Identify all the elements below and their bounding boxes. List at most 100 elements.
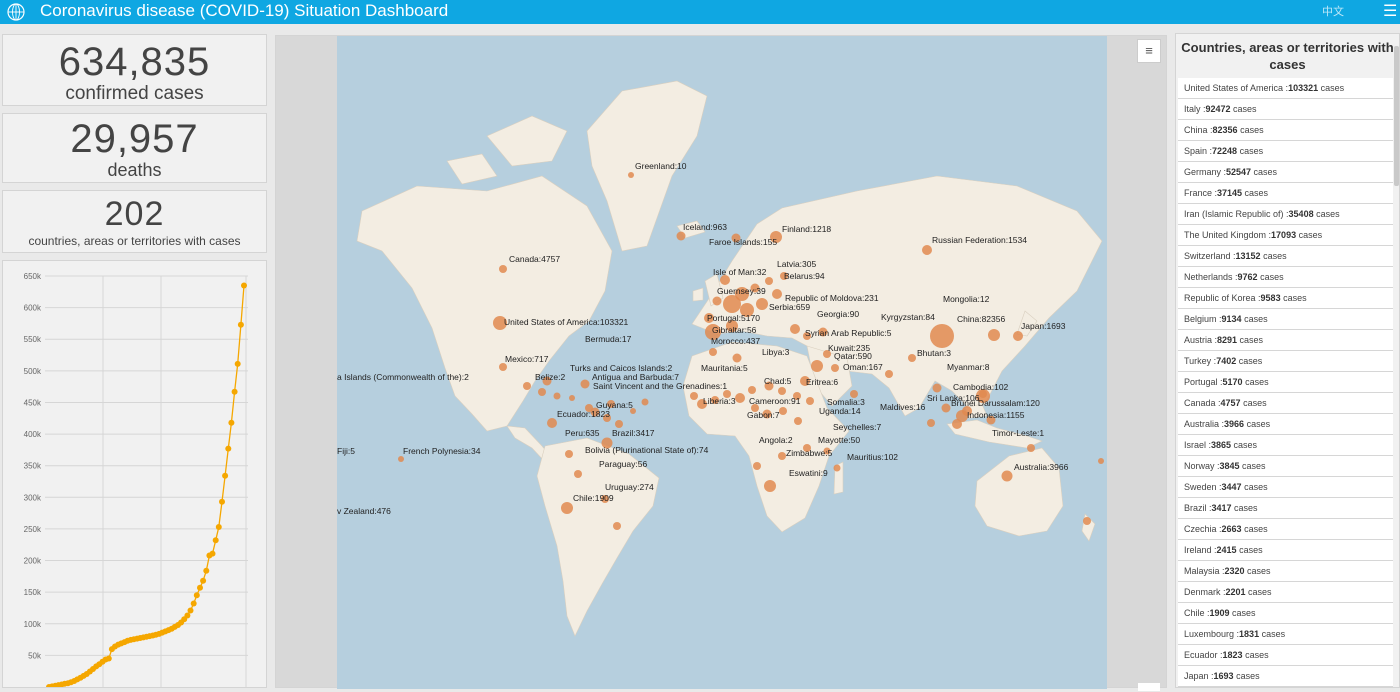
- country-row[interactable]: Austria :8291 cases: [1178, 330, 1393, 351]
- country-name: Czechia :: [1184, 524, 1222, 534]
- country-list-scrollbar[interactable]: [1394, 46, 1399, 186]
- country-case-count: 5170: [1222, 377, 1243, 387]
- hamburger-menu-icon[interactable]: ☰: [1383, 1, 1397, 21]
- data-point[interactable]: [234, 360, 241, 367]
- cases-suffix: cases: [1313, 209, 1340, 219]
- map-country-label: Bolivia (Plurinational State of):74: [585, 445, 709, 455]
- country-name: Belgium :: [1184, 314, 1222, 324]
- country-name: Australia :: [1184, 419, 1225, 429]
- country-row[interactable]: Switzerland :13152 cases: [1178, 246, 1393, 267]
- map-country-label: Maldives:16: [880, 402, 926, 412]
- country-row[interactable]: Australia :3966 cases: [1178, 414, 1393, 435]
- country-case-count: 1909: [1209, 608, 1230, 618]
- cases-suffix: cases: [1259, 629, 1286, 639]
- country-case-count: 92472: [1205, 104, 1231, 114]
- country-name: France :: [1184, 188, 1218, 198]
- country-row[interactable]: Denmark :2201 cases: [1178, 582, 1393, 603]
- cases-suffix: cases: [1239, 461, 1266, 471]
- country-row[interactable]: Sweden :3447 cases: [1178, 477, 1393, 498]
- country-case-count: 9762: [1237, 272, 1258, 282]
- country-row[interactable]: Japan :1693 cases: [1178, 666, 1393, 687]
- map-country-label: China:82356: [957, 314, 1005, 324]
- map-country-label: Japan:1693: [1021, 321, 1066, 331]
- data-point[interactable]: [237, 321, 244, 328]
- data-point[interactable]: [197, 584, 203, 591]
- list-icon[interactable]: ≡: [1137, 39, 1161, 63]
- cases-suffix: cases: [1236, 545, 1263, 555]
- data-point[interactable]: [187, 607, 194, 614]
- data-point[interactable]: [231, 388, 238, 395]
- map-country-label: Mongolia:12: [943, 294, 990, 304]
- country-row[interactable]: Canada :4757 cases: [1178, 393, 1393, 414]
- country-row[interactable]: Ecuador :1823 cases: [1178, 645, 1393, 666]
- country-row[interactable]: Luxembourg :1831 cases: [1178, 624, 1393, 645]
- data-point[interactable]: [184, 612, 191, 619]
- map-country-label: Mauritius:102: [847, 452, 898, 462]
- cases-suffix: cases: [1240, 398, 1267, 408]
- map-country-label: Myanmar:8: [947, 362, 990, 372]
- map-country-label: Serbia:659: [769, 302, 810, 312]
- country-row[interactable]: Republic of Korea :9583 cases: [1178, 288, 1393, 309]
- country-row[interactable]: United States of America :103321 cases: [1178, 78, 1393, 99]
- cases-suffix: cases: [1230, 104, 1257, 114]
- map-country-label: Uruguay:274: [605, 482, 654, 492]
- country-row[interactable]: France :37145 cases: [1178, 183, 1393, 204]
- country-row[interactable]: Turkey :7402 cases: [1178, 351, 1393, 372]
- map-country-label: Seychelles:7: [833, 422, 881, 432]
- data-point[interactable]: [105, 655, 112, 662]
- data-point[interactable]: [222, 472, 229, 479]
- country-row[interactable]: Portugal :5170 cases: [1178, 372, 1393, 393]
- country-row[interactable]: Belgium :9134 cases: [1178, 309, 1393, 330]
- data-point[interactable]: [193, 592, 200, 599]
- data-point[interactable]: [212, 537, 219, 544]
- y-tick-label: 250k: [24, 525, 42, 534]
- country-name: Italy :: [1184, 104, 1206, 114]
- country-row[interactable]: Brazil :3417 cases: [1178, 498, 1393, 519]
- country-row[interactable]: Ireland :2415 cases: [1178, 540, 1393, 561]
- country-name: Austria :: [1184, 335, 1218, 345]
- country-name: Ireland :: [1184, 545, 1217, 555]
- country-case-count: 3966: [1224, 419, 1245, 429]
- country-row[interactable]: Germany :52547 cases: [1178, 162, 1393, 183]
- cases-suffix: cases: [1280, 293, 1307, 303]
- data-point[interactable]: [200, 577, 207, 584]
- country-case-count: 103321: [1288, 83, 1319, 93]
- country-row[interactable]: China :82356 cases: [1178, 120, 1393, 141]
- map-country-label: Qatar:590: [834, 351, 872, 361]
- y-tick-label: 450k: [24, 398, 42, 407]
- country-row[interactable]: Czechia :2663 cases: [1178, 519, 1393, 540]
- cases-suffix: cases: [1231, 440, 1258, 450]
- language-link[interactable]: 中文: [1322, 3, 1344, 19]
- data-point[interactable]: [215, 524, 222, 530]
- country-row[interactable]: Netherlands :9762 cases: [1178, 267, 1393, 288]
- data-point[interactable]: [190, 600, 197, 607]
- country-row[interactable]: Israel :3865 cases: [1178, 435, 1393, 456]
- data-point[interactable]: [219, 498, 225, 505]
- country-name: Switzerland :: [1184, 251, 1236, 261]
- world-map[interactable]: Greenland:10 Iceland:963 Finland:1218 Faroe…: [337, 36, 1107, 689]
- country-case-count: 9583: [1260, 293, 1281, 303]
- country-row[interactable]: Italy :92472 cases: [1178, 99, 1393, 120]
- map-panel[interactable]: Greenland:10 Iceland:963 Finland:1218 Faroe…: [275, 35, 1167, 691]
- cases-suffix: cases: [1318, 83, 1345, 93]
- data-point[interactable]: [241, 282, 247, 289]
- country-case-count: 3845: [1219, 461, 1240, 471]
- map-country-label: Uganda:14: [819, 406, 861, 416]
- map-country-label: Guernsey:39: [717, 286, 766, 296]
- data-point[interactable]: [225, 445, 232, 452]
- country-row[interactable]: Iran (Islamic Republic of) :35408 cases: [1178, 204, 1393, 225]
- zoom-control[interactable]: [1138, 683, 1160, 691]
- country-case-count: 52547: [1226, 167, 1252, 177]
- country-name: Canada :: [1184, 398, 1221, 408]
- country-row[interactable]: The United Kingdom :17093 cases: [1178, 225, 1393, 246]
- country-row[interactable]: Norway :3845 cases: [1178, 456, 1393, 477]
- country-row[interactable]: Spain :72248 cases: [1178, 141, 1393, 162]
- data-point[interactable]: [203, 567, 210, 574]
- map-country-label: Saint Vincent and the Grenadines:1: [593, 381, 727, 391]
- country-row[interactable]: Chile :1909 cases: [1178, 603, 1393, 624]
- deaths-value: 29,957: [70, 117, 199, 161]
- data-point[interactable]: [228, 419, 235, 426]
- data-point[interactable]: [209, 550, 216, 557]
- country-row[interactable]: Malaysia :2320 cases: [1178, 561, 1393, 582]
- country-name: China :: [1184, 125, 1213, 135]
